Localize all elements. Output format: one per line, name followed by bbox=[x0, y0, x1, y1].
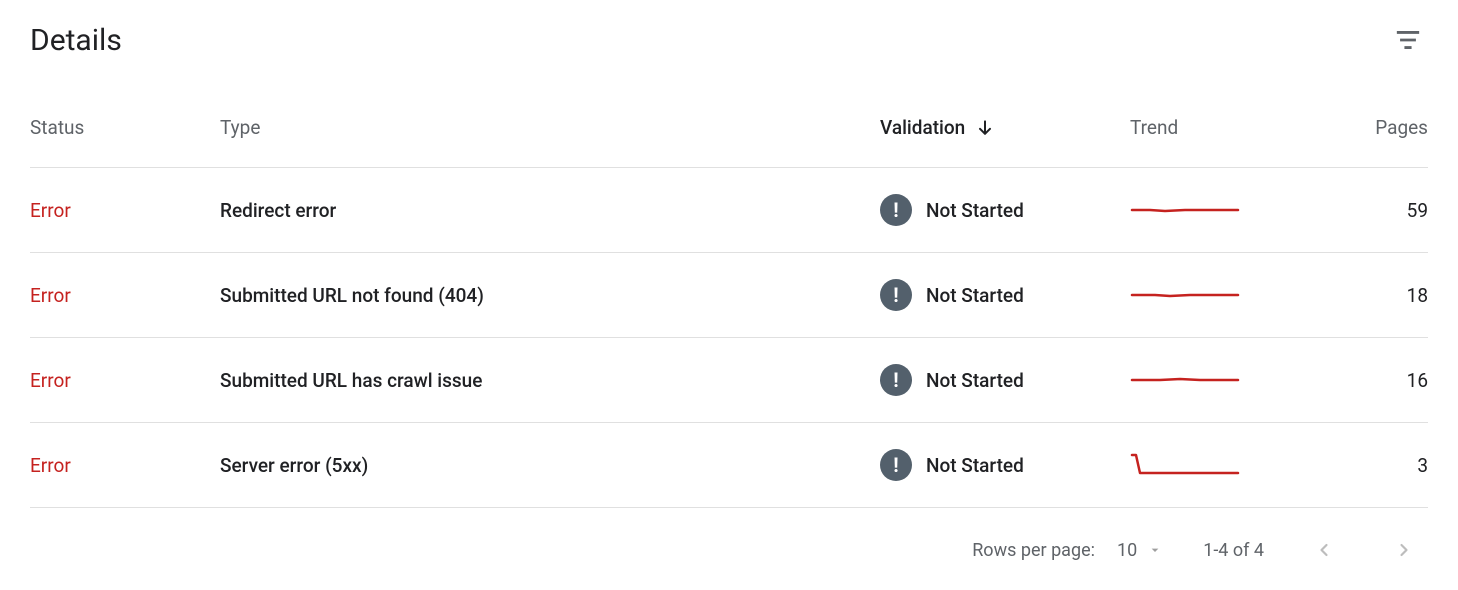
next-page-button[interactable] bbox=[1384, 530, 1424, 570]
chevron-right-icon bbox=[1394, 540, 1414, 560]
col-header-trend[interactable]: Trend bbox=[1130, 116, 1330, 168]
rows-per-page-label: Rows per page: bbox=[972, 540, 1095, 561]
col-header-status[interactable]: Status bbox=[30, 116, 220, 168]
status-badge: Error bbox=[30, 199, 71, 222]
trend-sparkline bbox=[1130, 281, 1240, 309]
status-badge: Error bbox=[30, 284, 71, 307]
details-table: Status Type Validation Trend Pages bbox=[30, 116, 1428, 508]
table-row[interactable]: Error Submitted URL not found (404) ! No… bbox=[30, 253, 1428, 338]
col-header-pages[interactable]: Pages bbox=[1330, 116, 1428, 168]
trend-sparkline bbox=[1130, 451, 1240, 479]
pages-count: 59 bbox=[1407, 199, 1428, 222]
rows-per-page-value: 10 bbox=[1117, 540, 1137, 561]
exclamation-icon: ! bbox=[880, 364, 912, 396]
rows-per-page-select[interactable]: 10 bbox=[1117, 540, 1163, 561]
pages-count: 3 bbox=[1417, 454, 1428, 477]
arrow-down-icon bbox=[975, 118, 995, 138]
table-footer: Rows per page: 10 1-4 of 4 bbox=[30, 508, 1428, 580]
table-row[interactable]: Error Submitted URL has crawl issue ! No… bbox=[30, 338, 1428, 423]
chevron-left-icon bbox=[1314, 540, 1334, 560]
pages-count: 18 bbox=[1407, 284, 1428, 307]
dropdown-icon bbox=[1147, 542, 1163, 558]
row-type: Submitted URL not found (404) bbox=[220, 284, 484, 307]
table-row[interactable]: Error Redirect error ! Not Started 59 bbox=[30, 168, 1428, 253]
row-type: Server error (5xx) bbox=[220, 454, 368, 477]
page-title: Details bbox=[30, 23, 122, 58]
trend-sparkline bbox=[1130, 366, 1240, 394]
col-header-validation-label: Validation bbox=[880, 116, 965, 139]
status-badge: Error bbox=[30, 454, 71, 477]
validation-status: Not Started bbox=[926, 369, 1024, 392]
table-row[interactable]: Error Server error (5xx) ! Not Started 3 bbox=[30, 423, 1428, 508]
filter-icon bbox=[1395, 27, 1421, 53]
prev-page-button[interactable] bbox=[1304, 530, 1344, 570]
col-header-validation[interactable]: Validation bbox=[880, 116, 1130, 168]
exclamation-icon: ! bbox=[880, 279, 912, 311]
pages-count: 16 bbox=[1407, 369, 1428, 392]
status-badge: Error bbox=[30, 369, 71, 392]
exclamation-icon: ! bbox=[880, 449, 912, 481]
trend-sparkline bbox=[1130, 196, 1240, 224]
validation-status: Not Started bbox=[926, 454, 1024, 477]
filter-button[interactable] bbox=[1388, 20, 1428, 60]
validation-status: Not Started bbox=[926, 199, 1024, 222]
row-type: Redirect error bbox=[220, 199, 336, 222]
exclamation-icon: ! bbox=[880, 194, 912, 226]
row-type: Submitted URL has crawl issue bbox=[220, 369, 482, 392]
col-header-type[interactable]: Type bbox=[220, 116, 880, 168]
pagination-range: 1-4 of 4 bbox=[1203, 540, 1264, 561]
validation-status: Not Started bbox=[926, 284, 1024, 307]
